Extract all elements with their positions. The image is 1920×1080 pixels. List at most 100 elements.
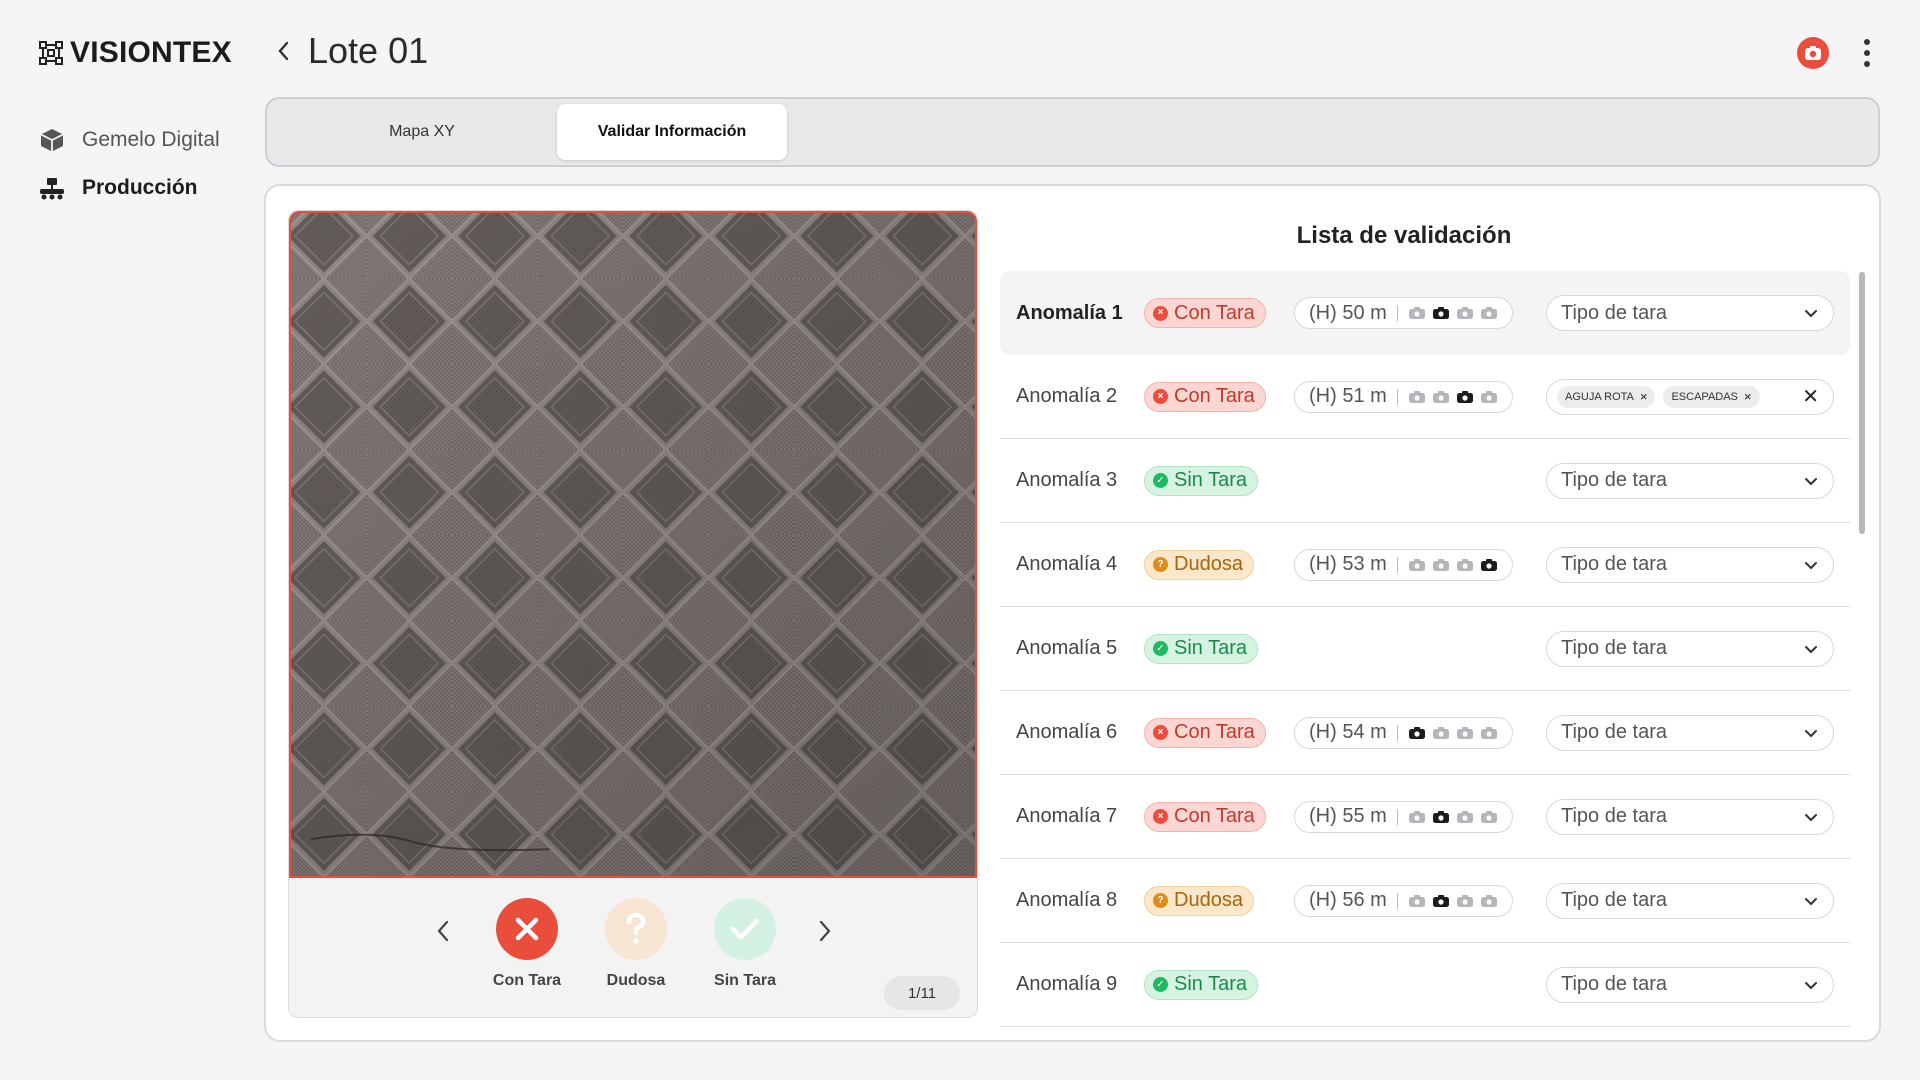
camera-icon[interactable] xyxy=(1480,894,1498,908)
next-image-button[interactable] xyxy=(807,906,843,956)
tab-mapa-xy[interactable]: Mapa XY xyxy=(307,104,537,160)
sidebar-item-produccion[interactable]: Producción xyxy=(38,164,220,212)
camera-record-button[interactable] xyxy=(1797,37,1829,69)
camera-icon[interactable] xyxy=(1456,390,1474,404)
select-placeholder: Tipo de tara xyxy=(1561,805,1667,827)
anomaly-name: Anomalía 5 xyxy=(1016,637,1118,659)
sidebar-item-gemelo-digital[interactable]: Gemelo Digital xyxy=(38,116,220,164)
camera-icon[interactable] xyxy=(1432,810,1450,824)
status-badge: ✓ Sin Tara xyxy=(1144,969,1259,1000)
status-label: Dudosa xyxy=(1174,889,1243,911)
more-options-icon[interactable] xyxy=(1860,36,1874,70)
remove-tag-icon[interactable]: × xyxy=(1744,389,1752,404)
tipo-de-tara-select[interactable]: Tipo de tara xyxy=(1546,966,1834,1003)
tipo-de-tara-select[interactable]: Tipo de tara xyxy=(1546,882,1834,919)
select-placeholder: Tipo de tara xyxy=(1561,889,1667,911)
status-label: Sin Tara xyxy=(1174,973,1248,995)
position-camera-selector: (H) 56 m xyxy=(1294,884,1513,917)
anomaly-name: Anomalía 1 xyxy=(1016,301,1123,324)
anomaly-name: Anomalía 2 xyxy=(1016,385,1118,407)
list-item[interactable]: Anomalía 6 × Con Tara (H) 54 m Tipo de t… xyxy=(1000,691,1850,775)
position-camera-selector: (H) 51 m xyxy=(1294,380,1513,413)
list-item[interactable]: Anomalía 7 × Con Tara (H) 55 m Tipo de t… xyxy=(1000,775,1850,859)
chevron-down-icon xyxy=(1803,473,1819,489)
position-camera-selector: (H) 50 m xyxy=(1294,297,1513,329)
camera-icon[interactable] xyxy=(1456,894,1474,908)
chevron-left-icon xyxy=(278,41,289,61)
chevron-left-icon xyxy=(437,920,449,942)
list-item[interactable]: Anomalía 9 ✓ Sin Tara Tipo de tara xyxy=(1000,943,1850,1027)
camera-icon[interactable] xyxy=(1408,558,1426,572)
anomaly-name: Anomalía 8 xyxy=(1016,889,1118,911)
defect-tag: ESCAPADAS × xyxy=(1663,385,1760,408)
sidebar-item-label: Gemelo Digital xyxy=(82,128,220,151)
status-badge: ✓ Sin Tara xyxy=(1144,633,1259,664)
select-placeholder: Tipo de tara xyxy=(1561,721,1667,743)
list-item[interactable]: Anomalía 3 ✓ Sin Tara Tipo de tara xyxy=(1000,439,1850,523)
status-icon: ? xyxy=(1153,557,1168,572)
list-item[interactable]: Anomalía 8 ? Dudosa (H) 56 m Tipo de tar… xyxy=(1000,859,1850,943)
tab-validar-informacion[interactable]: Validar Información xyxy=(557,104,787,160)
camera-icon[interactable] xyxy=(1456,810,1474,824)
list-item[interactable]: Anomalía 5 ✓ Sin Tara Tipo de tara xyxy=(1000,607,1850,691)
tipo-de-tara-select[interactable]: Tipo de tara xyxy=(1546,546,1834,583)
clear-selection-icon[interactable]: ✕ xyxy=(1802,384,1819,409)
list-item[interactable]: Anomalía 1 × Con Tara (H) 50 m Tipo de t… xyxy=(1000,271,1850,355)
close-icon xyxy=(496,898,558,960)
remove-tag-icon[interactable]: × xyxy=(1640,389,1648,404)
tipo-de-tara-select[interactable]: AGUJA ROTA × ESCAPADAS × ✕ xyxy=(1546,378,1834,415)
status-icon: × xyxy=(1153,305,1168,321)
camera-icon[interactable] xyxy=(1408,810,1426,824)
position-meter: (H) 51 m xyxy=(1309,385,1387,407)
status-badge: × Con Tara xyxy=(1144,298,1266,328)
validation-list-title: Lista de validación xyxy=(1296,222,1512,249)
con-tara-label: Con Tara xyxy=(492,972,562,989)
camera-icon[interactable] xyxy=(1432,894,1450,908)
camera-icon[interactable] xyxy=(1432,558,1450,572)
tipo-de-tara-select[interactable]: Tipo de tara xyxy=(1546,295,1834,331)
camera-icon[interactable] xyxy=(1408,306,1426,320)
camera-icon[interactable] xyxy=(1480,390,1498,404)
brand-logo: VISIONTEX xyxy=(38,36,232,70)
camera-icon[interactable] xyxy=(1480,726,1498,740)
status-badge: × Con Tara xyxy=(1144,381,1266,412)
tipo-de-tara-select[interactable]: Tipo de tara xyxy=(1546,798,1834,835)
camera-icon[interactable] xyxy=(1456,558,1474,572)
camera-icon[interactable] xyxy=(1480,558,1498,572)
camera-icon[interactable] xyxy=(1480,306,1498,320)
tipo-de-tara-select[interactable]: Tipo de tara xyxy=(1546,630,1834,667)
list-scrollbar[interactable] xyxy=(1859,272,1865,534)
status-badge: × Con Tara xyxy=(1144,801,1266,832)
anomaly-name: Anomalía 4 xyxy=(1016,553,1118,575)
brand-logo-icon xyxy=(39,41,63,65)
defect-tag-label: AGUJA ROTA xyxy=(1565,390,1634,403)
position-meter: (H) 53 m xyxy=(1309,553,1387,575)
camera-icon[interactable] xyxy=(1432,390,1450,404)
camera-icon[interactable] xyxy=(1480,810,1498,824)
list-item[interactable]: Anomalía 2 × Con Tara (H) 51 m AGUJA ROT… xyxy=(1000,355,1850,439)
status-label: Dudosa xyxy=(1174,553,1243,575)
cube-icon xyxy=(40,129,64,152)
mark-con-tara-button[interactable]: Con Tara xyxy=(487,898,567,990)
list-item[interactable]: Anomalía 4 ? Dudosa (H) 53 m Tipo de tar… xyxy=(1000,523,1850,607)
factory-icon xyxy=(40,178,64,200)
camera-icon[interactable] xyxy=(1408,390,1426,404)
mark-sin-tara-button[interactable]: Sin Tara xyxy=(705,898,785,990)
camera-icon[interactable] xyxy=(1432,306,1450,320)
camera-icon[interactable] xyxy=(1432,726,1450,740)
camera-icon[interactable] xyxy=(1456,726,1474,740)
tipo-de-tara-select[interactable]: Tipo de tara xyxy=(1546,462,1834,499)
image-counter: 1/11 xyxy=(884,976,960,1010)
tipo-de-tara-select[interactable]: Tipo de tara xyxy=(1546,714,1834,751)
position-meter: (H) 55 m xyxy=(1309,805,1387,827)
dudosa-label: Dudosa xyxy=(606,972,666,989)
back-button[interactable] xyxy=(268,36,298,66)
chevron-down-icon xyxy=(1803,305,1819,321)
camera-icon[interactable] xyxy=(1408,894,1426,908)
mark-dudosa-button[interactable]: Dudosa xyxy=(596,898,676,990)
page-title: Lote 01 xyxy=(308,30,429,71)
previous-image-button[interactable] xyxy=(425,906,461,956)
tab-bar: Mapa XY Validar Información xyxy=(265,97,1880,167)
camera-icon[interactable] xyxy=(1456,306,1474,320)
camera-icon[interactable] xyxy=(1408,726,1426,740)
